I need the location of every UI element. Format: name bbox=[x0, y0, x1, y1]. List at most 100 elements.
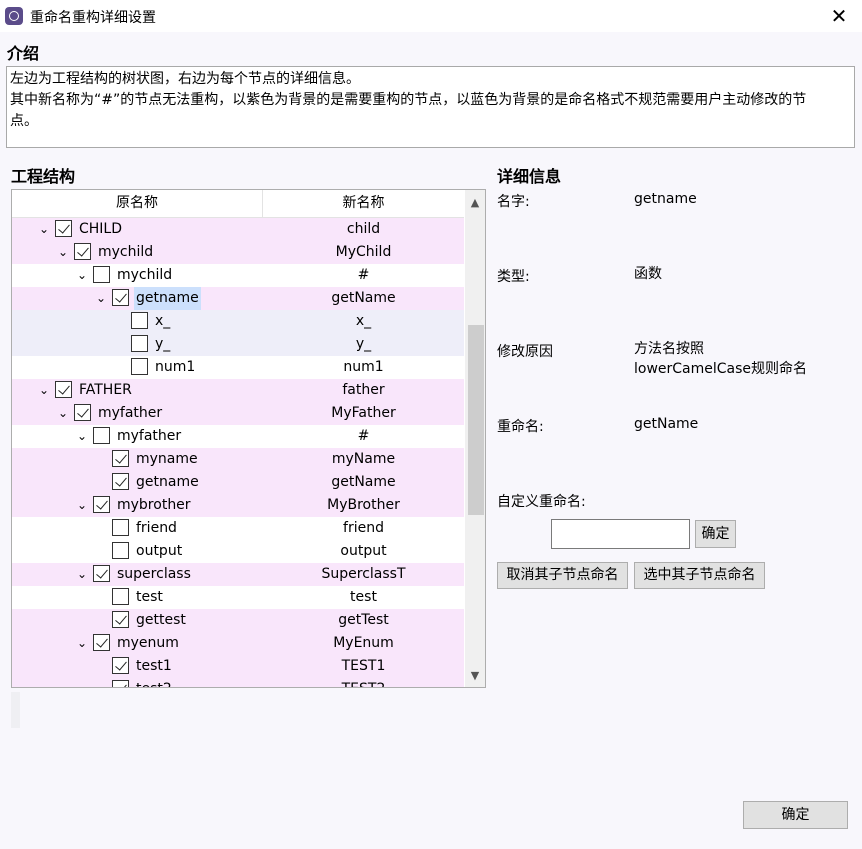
row-checkbox[interactable] bbox=[112, 542, 129, 559]
expand-chevron-icon[interactable]: ⌄ bbox=[37, 379, 51, 402]
tree-row[interactable]: ⌄ superclass SuperclassT bbox=[12, 563, 464, 586]
original-name-label: CHILD bbox=[79, 221, 123, 237]
tree-row[interactable]: ⌄ getname getName bbox=[12, 287, 464, 310]
tree-row[interactable]: ⌄ myfather MyFather bbox=[12, 402, 464, 425]
tree-header: 原名称 新名称 bbox=[12, 190, 464, 218]
new-name-label: output bbox=[340, 543, 387, 559]
new-name-label: test bbox=[350, 589, 377, 605]
expand-chevron-icon[interactable]: ⌄ bbox=[75, 425, 89, 448]
tree-row[interactable]: ⌄ mybrother MyBrother bbox=[12, 494, 464, 517]
expand-chevron-icon[interactable]: ⌄ bbox=[75, 632, 89, 655]
expand-chevron-icon[interactable]: ⌄ bbox=[94, 287, 108, 310]
expand-chevron-icon[interactable]: ⌄ bbox=[56, 241, 70, 264]
tree-row[interactable]: output output bbox=[12, 540, 464, 563]
row-checkbox[interactable] bbox=[112, 657, 129, 674]
tree-row[interactable]: y_ y_ bbox=[12, 333, 464, 356]
column-header-original-name[interactable]: 原名称 bbox=[12, 190, 263, 217]
original-name-label: getname bbox=[136, 474, 199, 490]
original-name-label: myenum bbox=[117, 635, 179, 651]
close-button[interactable]: ✕ bbox=[816, 0, 862, 32]
name-value: getname bbox=[634, 191, 697, 207]
original-name-label: mychild bbox=[117, 267, 173, 283]
tree-row[interactable]: ⌄ myenum MyEnum bbox=[12, 632, 464, 655]
row-checkbox[interactable] bbox=[131, 312, 148, 329]
details-heading: 详细信息 bbox=[497, 167, 562, 186]
select-children-rename-button[interactable]: 选中其子节点命名 bbox=[634, 562, 765, 589]
expand-chevron-icon[interactable]: ⌄ bbox=[75, 563, 89, 586]
row-checkbox[interactable] bbox=[93, 266, 110, 283]
tree-row[interactable]: ⌄ FATHER father bbox=[12, 379, 464, 402]
row-checkbox[interactable] bbox=[112, 450, 129, 467]
tree-row[interactable]: test2 TEST2 bbox=[12, 678, 464, 687]
original-name-label: num1 bbox=[155, 359, 196, 375]
intro-line-2: 其中新名称为“#”的节点无法重构，以紫色为背景的是需要重构的节点，以蓝色为背景的… bbox=[10, 92, 807, 108]
tree-row[interactable]: getname getName bbox=[12, 471, 464, 494]
scroll-up-icon[interactable]: ▲ bbox=[465, 194, 485, 212]
custom-rename-input[interactable] bbox=[551, 519, 690, 549]
new-name-label: TEST2 bbox=[263, 678, 464, 687]
tree-row[interactable]: myname myName bbox=[12, 448, 464, 471]
type-label: 类型: bbox=[497, 269, 530, 285]
original-name-label: myfather bbox=[98, 405, 163, 421]
row-checkbox[interactable] bbox=[93, 634, 110, 651]
reason-value-line-2: lowerCamelCase规则命名 bbox=[634, 361, 808, 377]
expand-chevron-icon[interactable]: ⌄ bbox=[56, 402, 70, 425]
tree-row[interactable]: num1 num1 bbox=[12, 356, 464, 379]
new-name-label: myName bbox=[331, 451, 396, 467]
row-checkbox[interactable] bbox=[74, 404, 91, 421]
row-checkbox[interactable] bbox=[112, 588, 129, 605]
original-name-label: mychild bbox=[98, 244, 154, 260]
horizontal-scroll-stub bbox=[11, 692, 20, 728]
new-name-label: TEST1 bbox=[341, 658, 386, 674]
row-checkbox[interactable] bbox=[112, 611, 129, 628]
original-name-label: friend bbox=[136, 520, 177, 536]
ok-button[interactable]: 确定 bbox=[743, 801, 848, 829]
new-name-label: y_ bbox=[355, 336, 372, 352]
tree-row[interactable]: x_ x_ bbox=[12, 310, 464, 333]
row-checkbox[interactable] bbox=[93, 427, 110, 444]
row-checkbox[interactable] bbox=[55, 220, 72, 237]
tree-row[interactable]: ⌄ myfather # bbox=[12, 425, 464, 448]
name-label: 名字: bbox=[497, 194, 530, 210]
project-tree[interactable]: 原名称 新名称 ⌄ CHILD child ⌄ mychild MyChild ⌄ mychi… bbox=[11, 189, 486, 688]
tree-row[interactable]: ⌄ mychild MyChild bbox=[12, 241, 464, 264]
reason-value-line-1: 方法名按照 bbox=[634, 341, 704, 357]
tree-row[interactable]: test test bbox=[12, 586, 464, 609]
row-checkbox[interactable] bbox=[131, 358, 148, 375]
expand-chevron-icon[interactable]: ⌄ bbox=[75, 494, 89, 517]
reason-value: 方法名按照 lowerCamelCase规则命名 bbox=[634, 339, 807, 379]
tree-row[interactable]: ⌄ mychild # bbox=[12, 264, 464, 287]
confirm-rename-button[interactable]: 确定 bbox=[695, 520, 736, 548]
row-checkbox[interactable] bbox=[112, 473, 129, 490]
row-checkbox[interactable] bbox=[131, 335, 148, 352]
new-name-label: getName bbox=[331, 290, 396, 306]
row-checkbox[interactable] bbox=[93, 565, 110, 582]
row-checkbox[interactable] bbox=[55, 381, 72, 398]
tree-vertical-scrollbar[interactable]: ▲ ▼ bbox=[465, 190, 485, 687]
tree-row[interactable]: ⌄ CHILD child bbox=[12, 218, 464, 241]
original-name-label: test bbox=[136, 589, 163, 605]
title-bar: 重命名重构详细设置 ✕ bbox=[0, 0, 862, 32]
row-checkbox[interactable] bbox=[112, 680, 129, 687]
tree-row[interactable]: test1 TEST1 bbox=[12, 655, 464, 678]
row-checkbox[interactable] bbox=[112, 519, 129, 536]
row-checkbox[interactable] bbox=[112, 289, 129, 306]
new-name-label: MyChild bbox=[335, 244, 392, 260]
new-name-label: MyEnum bbox=[333, 635, 394, 651]
expand-chevron-icon[interactable]: ⌄ bbox=[37, 218, 51, 241]
rename-label: 重命名: bbox=[497, 419, 544, 435]
intro-line-3: 点。 bbox=[10, 113, 38, 129]
scroll-thumb[interactable] bbox=[468, 325, 484, 515]
new-name-label: child bbox=[346, 221, 381, 237]
row-checkbox[interactable] bbox=[93, 496, 110, 513]
tree-row[interactable]: friend friend bbox=[12, 517, 464, 540]
scroll-down-icon[interactable]: ▼ bbox=[465, 667, 485, 685]
original-name-label: getname bbox=[134, 287, 201, 310]
expand-chevron-icon[interactable]: ⌄ bbox=[75, 264, 89, 287]
row-checkbox[interactable] bbox=[74, 243, 91, 260]
column-header-new-name[interactable]: 新名称 bbox=[263, 190, 464, 217]
custom-rename-label: 自定义重命名: bbox=[497, 494, 586, 510]
original-name-label: output bbox=[136, 543, 183, 559]
cancel-children-rename-button[interactable]: 取消其子节点命名 bbox=[497, 562, 628, 589]
tree-row[interactable]: gettest getTest bbox=[12, 609, 464, 632]
